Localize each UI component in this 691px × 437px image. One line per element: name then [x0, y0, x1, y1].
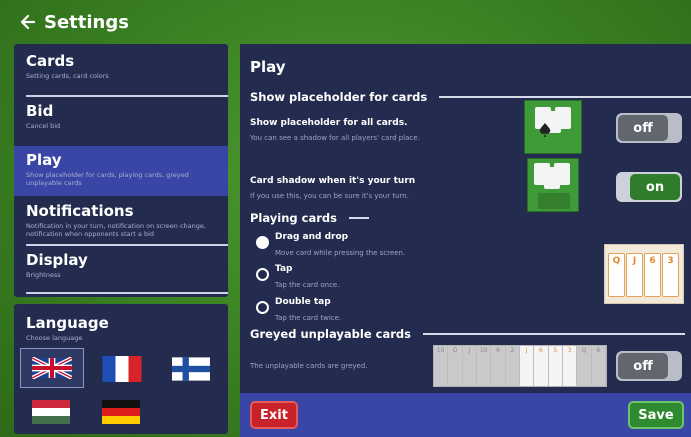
page-title: Settings — [44, 11, 129, 33]
card-image: J — [519, 346, 535, 386]
toggle-state: off — [618, 353, 668, 379]
radio-label: Double tap — [275, 297, 331, 307]
radio-label: Tap — [275, 264, 293, 274]
toggle-state: off — [618, 115, 668, 141]
language-subtitle: Choose language — [26, 334, 83, 342]
card-image: 10 — [434, 346, 449, 386]
france-flag[interactable] — [102, 356, 142, 382]
panel-title: Play — [250, 58, 286, 76]
placeholder-all-preview — [524, 100, 582, 154]
hungary-flag[interactable] — [32, 400, 70, 424]
sidebar-item-subtitle: Notification in your turn, notification … — [26, 222, 206, 238]
section-header-playing-cards: Playing cards — [250, 211, 369, 225]
radio-tap[interactable] — [256, 268, 269, 281]
section-divider — [422, 333, 685, 335]
card-image: 10 — [476, 346, 492, 386]
radio-drag-and-drop[interactable] — [256, 236, 269, 249]
shadow-turn-preview — [527, 158, 579, 212]
bottom-bar: Exit Save — [240, 393, 691, 437]
uk-flag[interactable] — [20, 348, 84, 388]
sidebar-item-label: Display — [26, 251, 88, 269]
arrow-left-icon[interactable] — [14, 9, 40, 35]
card-image — [554, 163, 570, 185]
sidebar-item-label: Bid — [26, 102, 54, 120]
sidebar-item-label: Notifications — [26, 202, 134, 220]
exit-button[interactable]: Exit — [250, 401, 298, 429]
card-image: 5 — [548, 346, 563, 386]
greyed-cards-preview: 10 Q J 10 6 2 J 6 5 3 Q 6 — [433, 345, 607, 387]
sidebar-item-subtitle: Show placeholder for cards, playing card… — [26, 171, 189, 187]
divider — [26, 292, 228, 294]
section-header-greyed: Greyed unplayable cards — [250, 327, 685, 341]
option-subtitle: You can see a shadow for all players' ca… — [250, 134, 420, 142]
card-image: J — [626, 253, 643, 297]
sidebar-item-label: Cards — [26, 52, 75, 70]
card-image: 3 — [562, 346, 578, 386]
card-image: 2 — [505, 346, 520, 386]
card-image: 6 — [534, 346, 549, 386]
spade-icon — [539, 123, 551, 137]
shadow-turn-toggle[interactable]: on — [616, 172, 682, 202]
sidebar-item-bid[interactable]: Bid Cancel bid — [14, 102, 228, 142]
card-image: 3 — [662, 253, 679, 297]
section-divider — [439, 96, 691, 98]
placeholder-all-toggle[interactable]: off — [616, 113, 682, 143]
save-button[interactable]: Save — [628, 401, 684, 429]
card-image: J — [462, 346, 477, 386]
option-title: Card shadow when it's your turn — [250, 176, 416, 186]
card-shadow — [538, 193, 570, 209]
playing-cards-preview: Q J 6 3 — [604, 244, 684, 304]
sidebar: Cards Setting cards, card colors Bid Can… — [14, 44, 228, 297]
top-bar: Settings — [0, 0, 691, 44]
radio-subtitle: Move card while pressing the screen. — [275, 249, 406, 257]
language-panel: Language Choose language — [14, 304, 228, 434]
radio-subtitle: Tap the card twice. — [275, 314, 342, 322]
card-image: Q — [608, 253, 625, 297]
section-divider — [348, 217, 369, 219]
play-settings-panel: Play Show placeholder for cards Show pla… — [240, 44, 691, 437]
card-image: Q — [448, 346, 463, 386]
sidebar-item-label: Play — [26, 151, 62, 169]
section-header-placeholder: Show placeholder for cards — [250, 90, 691, 104]
sidebar-item-subtitle: Cancel bid — [26, 122, 61, 130]
option-subtitle: If you use this, you can be sure it's yo… — [250, 192, 409, 200]
germany-flag[interactable] — [102, 400, 140, 424]
sidebar-item-notifications[interactable]: Notifications Notification in your turn,… — [14, 202, 228, 246]
sidebar-item-display[interactable]: Display Brightness — [14, 251, 228, 291]
card-image: 6 — [591, 346, 606, 386]
section-title: Greyed unplayable cards — [250, 327, 411, 341]
card-image: Q — [577, 346, 592, 386]
finland-flag[interactable] — [172, 357, 210, 381]
radio-double-tap[interactable] — [256, 301, 269, 314]
sidebar-item-subtitle: Brightness — [26, 271, 61, 279]
sidebar-item-play[interactable]: Play Show placeholder for cards, playing… — [14, 146, 228, 196]
language-title: Language — [26, 314, 109, 332]
card-image: 6 — [644, 253, 661, 297]
sidebar-item-subtitle: Setting cards, card colors — [26, 72, 109, 80]
toggle-state: on — [630, 174, 680, 200]
option-subtitle: The unplayable cards are greyed. — [250, 362, 368, 370]
divider — [26, 244, 228, 246]
greyed-cards-toggle[interactable]: off — [616, 351, 682, 381]
radio-subtitle: Tap the card once. — [275, 281, 340, 289]
option-title: Show placeholder for all cards. — [250, 118, 408, 128]
card-image: 6 — [491, 346, 506, 386]
section-title: Playing cards — [250, 211, 337, 225]
sidebar-item-cards[interactable]: Cards Setting cards, card colors — [14, 52, 228, 94]
divider — [26, 95, 228, 97]
radio-label: Drag and drop — [275, 232, 349, 242]
section-title: Show placeholder for cards — [250, 90, 428, 104]
